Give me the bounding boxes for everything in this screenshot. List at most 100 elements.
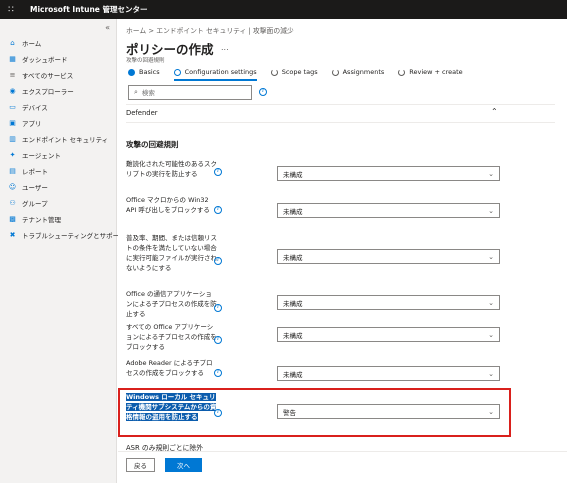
sidebar-item-endpoint-security[interactable]: ▥ エンドポイント セキュリティ (0, 131, 117, 147)
sidebar-item-label: エンドポイント セキュリティ (22, 136, 109, 144)
dropdown-value: 未構成 (283, 299, 303, 308)
info-icon[interactable]: i (214, 336, 222, 344)
more-options-button[interactable]: ... (221, 43, 229, 52)
back-button[interactable]: 戻る (126, 458, 155, 472)
dropdown-value: 警告 (283, 408, 296, 417)
chevron-down-icon: ⌄ (488, 169, 494, 178)
sidebar-item-reports[interactable]: ▤ レポート (0, 163, 117, 179)
step-pending-icon (331, 68, 339, 76)
rule-dropdown[interactable]: 未構成 ⌄ (277, 327, 500, 342)
chevron-down-icon: ⌄ (488, 298, 494, 307)
dropdown-value: 未構成 (283, 253, 303, 262)
app-launcher-icon[interactable]: ∷ (0, 0, 22, 19)
tab-label: Configuration settings (184, 68, 257, 76)
page-subtitle: 攻撃の回避規則 (126, 58, 165, 64)
rule-label: 難読化された可能性のあるスクリプトの実行を防止する (126, 160, 217, 178)
sidebar-item-home[interactable]: ⌂ ホーム (0, 35, 117, 51)
breadcrumb[interactable]: ホーム > エンドポイント セキュリティ | 攻撃面の減少 (126, 25, 294, 35)
info-icon[interactable]: i (214, 206, 222, 214)
info-icon[interactable]: i (214, 257, 222, 265)
info-icon[interactable]: i (214, 369, 222, 377)
rule-label: Office の通信アプリケーションによる子プロセスの作成を防止する (126, 290, 217, 318)
step-pending-icon (270, 68, 278, 76)
dashboard-icon: ▦ (9, 55, 16, 63)
sidebar-item-label: テナント管理 (22, 216, 61, 224)
info-icon[interactable]: i (214, 168, 222, 176)
tab-basics[interactable]: Basics (128, 65, 160, 79)
sidebar-item-explorer[interactable]: ◉ エクスプローラー (0, 83, 117, 99)
sidebar-item-agents[interactable]: ✦ エージェント (0, 147, 117, 163)
search-icon: ⌕ (134, 88, 138, 96)
chevron-down-icon: ⌄ (488, 407, 494, 416)
groups-icon: ⚇ (9, 199, 16, 207)
collapse-sidebar-icon[interactable]: « (105, 23, 110, 32)
step-complete-icon (128, 68, 135, 76)
tab-assignments[interactable]: Assignments (331, 65, 384, 79)
selected-text: Windows ローカル セキュリティ機関サブシステムからの資格情報の盗用を防止… (126, 393, 217, 421)
sidebar-item-devices[interactable]: ▭ デバイス (0, 99, 117, 115)
rule-dropdown[interactable]: 未構成 ⌄ (277, 366, 500, 381)
tab-configuration-settings[interactable]: Configuration settings (173, 65, 257, 81)
sidebar-item-troubleshooting[interactable]: ✖ トラブルシューティングとサポート (0, 227, 126, 243)
sidebar-item-tenant-admin[interactable]: ▩ テナント管理 (0, 211, 117, 227)
sidebar-item-label: エージェント (22, 152, 61, 160)
sidebar-item-label: デバイス (22, 104, 48, 112)
sidebar-item-all-services[interactable]: ≡ すべてのサービス (0, 67, 117, 83)
tab-label: Review + create (409, 68, 463, 76)
rule-label: 普及率、期間、または信頼リストの条件を満たしていない場合に実行可能ファイルが実行… (126, 234, 217, 272)
info-icon[interactable]: i (214, 409, 222, 417)
tab-scope-tags[interactable]: Scope tags (270, 65, 318, 79)
sidebar-item-users[interactable]: ☺ ユーザー (0, 179, 117, 195)
reports-icon: ▤ (9, 167, 16, 175)
tab-label: Scope tags (281, 68, 318, 76)
tab-label: Basics (139, 68, 160, 76)
dropdown-value: 未構成 (283, 207, 303, 216)
footer: 戻る 次へ (118, 451, 567, 483)
sidebar-item-label: アプリ (22, 120, 42, 128)
rule-dropdown[interactable]: 未構成 ⌄ (277, 295, 500, 310)
chevron-down-icon: ⌄ (488, 206, 494, 215)
next-button[interactable]: 次へ (165, 458, 202, 472)
sidebar-item-label: ホーム (22, 40, 42, 48)
step-pending-icon (398, 68, 406, 76)
divider (126, 104, 555, 105)
rule-label-selected: Windows ローカル セキュリティ機関サブシステムからの資格情報の盗用を防止… (126, 392, 218, 422)
info-icon[interactable]: i (214, 304, 222, 312)
explorer-icon: ◉ (9, 87, 16, 95)
divider (126, 122, 555, 123)
rule-label: Adobe Reader による子プロセスの作成をブロックする (126, 359, 213, 377)
sidebar-item-label: ダッシュボード (22, 56, 68, 64)
rule-label: すべての Office アプリケーションによる子プロセスの作成をブロックする (126, 323, 217, 351)
sidebar-item-label: エクスプローラー (22, 88, 74, 96)
rule-dropdown[interactable]: 未構成 ⌄ (277, 249, 500, 264)
rule-dropdown[interactable]: 未構成 ⌄ (277, 166, 500, 181)
troubleshooting-icon: ✖ (9, 231, 16, 239)
rule-label: Office マクロからの Win32 API 呼び出しをブロックする (126, 196, 210, 214)
agents-icon: ✦ (9, 151, 16, 159)
sidebar-item-label: ユーザー (22, 184, 48, 192)
devices-icon: ▭ (9, 103, 16, 111)
apps-icon: ▣ (9, 119, 16, 127)
dropdown-value: 未構成 (283, 370, 303, 379)
sidebar-item-dashboard[interactable]: ▦ ダッシュボード (0, 51, 117, 67)
settings-search[interactable]: ⌕ (128, 85, 252, 100)
home-icon: ⌂ (10, 39, 15, 47)
sidebar-item-label: グループ (22, 200, 48, 208)
tab-review-create[interactable]: Review + create (398, 65, 463, 79)
rule-dropdown[interactable]: 未構成 ⌄ (277, 203, 500, 218)
chevron-down-icon: ⌄ (488, 252, 494, 261)
chevron-down-icon: ⌄ (488, 330, 494, 339)
dropdown-value: 未構成 (283, 331, 303, 340)
sidebar-nav: ⌂ ホーム ▦ ダッシュボード ≡ すべてのサービス ◉ エクスプローラー ▭ デバイス … (0, 35, 126, 243)
sidebar-item-label: レポート (22, 168, 48, 176)
chevron-up-icon[interactable]: ⌃ (491, 107, 498, 116)
info-icon[interactable]: i (259, 88, 267, 96)
app-title: Microsoft Intune 管理センター (30, 5, 148, 14)
wizard-tabs: Basics Configuration settings Scope tags… (128, 65, 477, 81)
rule-dropdown[interactable]: 警告 ⌄ (277, 404, 500, 419)
search-input[interactable] (141, 88, 242, 97)
sidebar-item-apps[interactable]: ▣ アプリ (0, 115, 117, 131)
section-header[interactable]: Defender (126, 109, 158, 117)
endpoint-security-icon: ▥ (9, 135, 16, 143)
sidebar-item-groups[interactable]: ⚇ グループ (0, 195, 117, 211)
